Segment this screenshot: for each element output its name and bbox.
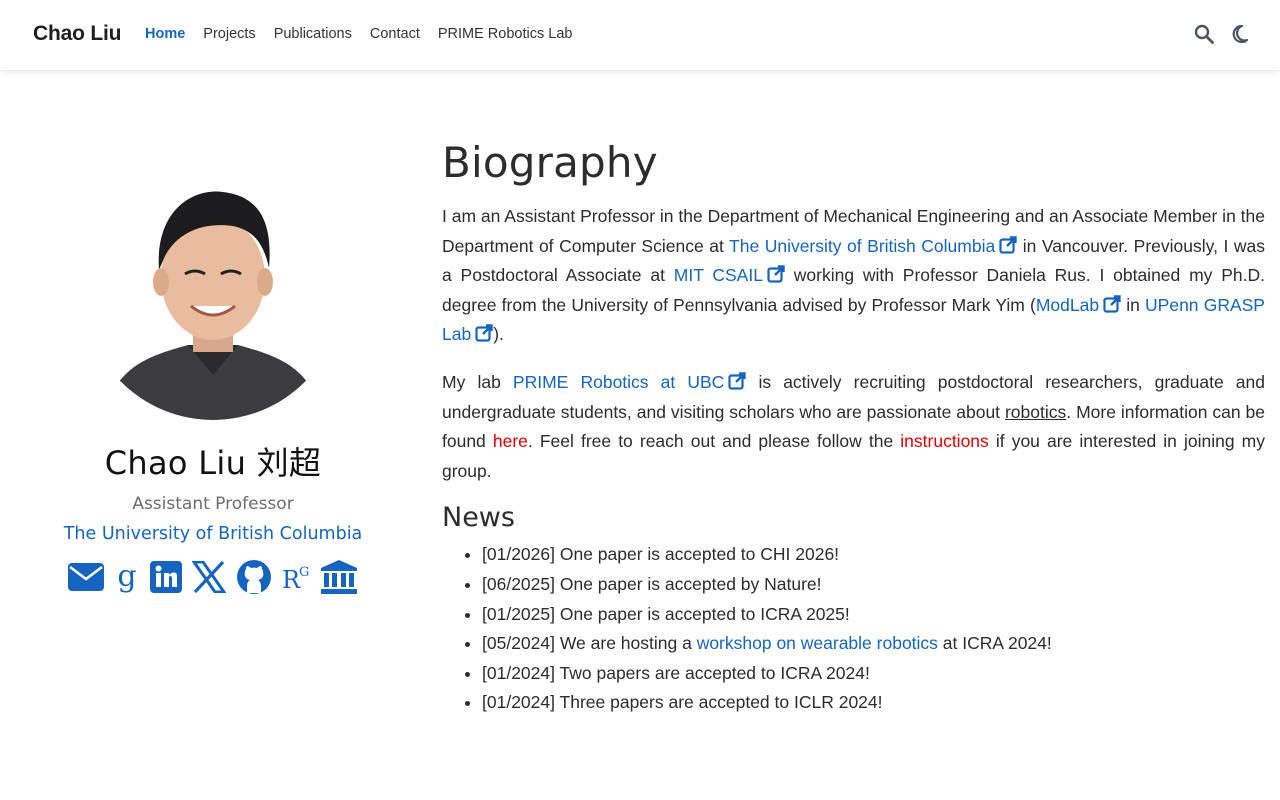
news-text: [05/2024] We are hosting a [482, 633, 697, 654]
email-icon[interactable] [68, 558, 104, 596]
workshop-link[interactable]: workshop on wearable robotics [697, 633, 938, 653]
here-link[interactable]: here [493, 431, 528, 451]
profile-role: Assistant Professor [132, 494, 294, 514]
top-navbar: Chao Liu Home Projects Publications Cont… [0, 0, 1280, 70]
bio-text: My lab [442, 371, 513, 392]
news-list: [01/2026] One paper is accepted to CHI 2… [482, 540, 1265, 718]
instructions-link[interactable]: instructions [900, 431, 989, 451]
bio-text: . Feel free to reach out and please foll… [527, 431, 901, 452]
modlab-link[interactable]: ModLab [1036, 295, 1121, 315]
svg-text:g: g [117, 560, 136, 594]
robotics-underline: robotics [1004, 401, 1067, 422]
external-link-icon [1103, 295, 1121, 313]
biography-heading: Biography [442, 138, 658, 187]
profile-organization-link[interactable]: The University of British Columbia [64, 524, 363, 544]
mit-csail-link[interactable]: MIT CSAIL [674, 265, 785, 285]
github-icon[interactable] [236, 558, 272, 596]
news-item: [01/2026] One paper is accepted to CHI 2… [482, 540, 1265, 570]
news-item: [01/2024] Two papers are accepted to ICR… [482, 659, 1265, 689]
external-link-icon [475, 324, 493, 342]
news-item: [06/2025] One paper is accepted by Natur… [482, 570, 1265, 600]
nav-projects[interactable]: Projects [203, 25, 255, 43]
news-item: [01/2025] One paper is accepted to ICRA … [482, 600, 1265, 630]
bio-text: in [1121, 294, 1146, 315]
nav-contact[interactable]: Contact [370, 25, 420, 43]
bio-text: ). [493, 324, 504, 345]
nav-links: Home Projects Publications Contact PRIME… [145, 25, 590, 43]
main-content: Biography I am an Assistant Professor in… [442, 138, 1265, 718]
social-links: g RG [40, 558, 386, 596]
news-heading: News [442, 502, 515, 534]
google-scholar-icon[interactable]: g [114, 558, 140, 596]
nav-home[interactable]: Home [145, 25, 185, 43]
prime-robotics-link[interactable]: PRIME Robotics at UBC [513, 372, 747, 392]
external-link-icon [767, 265, 785, 283]
search-icon[interactable] [1194, 23, 1214, 45]
biography-paragraph-1: I am an Assistant Professor in the Depar… [442, 202, 1265, 350]
institution-icon[interactable] [320, 558, 358, 596]
news-item: [01/2024] Three papers are accepted to I… [482, 688, 1265, 718]
researchgate-icon[interactable]: RG [282, 558, 310, 596]
external-link-icon [728, 372, 747, 390]
avatar [83, 160, 343, 420]
external-link-icon [999, 235, 1017, 254]
biography-paragraph-2: My lab PRIME Robotics at UBC is actively… [442, 368, 1265, 486]
nav-icons [1194, 23, 1250, 45]
site-brand[interactable]: Chao Liu [33, 22, 121, 46]
news-item: [05/2024] We are hosting a workshop on w… [482, 629, 1265, 659]
linkedin-icon[interactable] [150, 558, 182, 596]
profile-name: Chao Liu 刘超 [104, 444, 322, 482]
nav-publications[interactable]: Publications [274, 25, 352, 43]
dark-mode-icon[interactable] [1230, 23, 1250, 45]
profile-card: Chao Liu 刘超 Assistant Professor The Univ… [40, 160, 386, 596]
ubc-link[interactable]: The University of British Columbia [729, 236, 1017, 256]
svg-text:G: G [299, 565, 309, 580]
news-text: at ICRA 2024! [937, 633, 1052, 654]
nav-prime-robotics-lab[interactable]: PRIME Robotics Lab [438, 25, 573, 43]
x-twitter-icon[interactable] [192, 558, 226, 596]
